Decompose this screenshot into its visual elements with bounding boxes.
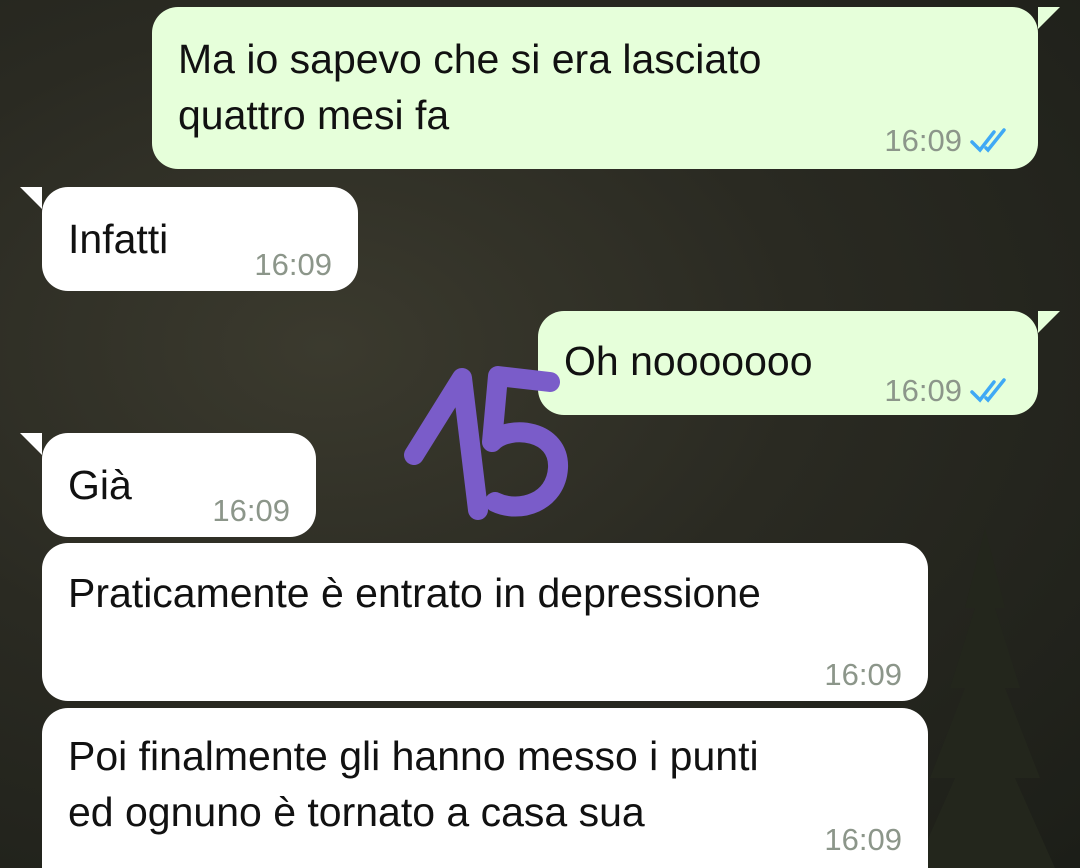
message-meta: 16:09 (824, 647, 902, 703)
message-meta: 16:09 (884, 363, 1014, 419)
message-text: Già (68, 462, 132, 508)
message-bubble-outgoing[interactable]: Oh nooooooo 16:09 (538, 311, 1060, 415)
tree-silhouette (915, 528, 1055, 868)
message-bubble-incoming[interactable]: Già 16:09 (20, 433, 316, 539)
message-text: Poi finalmente gli hanno messo i punti e… (68, 733, 759, 835)
message-text: Infatti (68, 216, 169, 262)
message-time: 16:09 (254, 247, 332, 282)
message-bubble-incoming[interactable]: Infatti 16:09 (20, 187, 358, 293)
message-time: 16:09 (884, 123, 962, 158)
message-bubble-incoming[interactable]: Praticamente è entrato in depressione 16… (42, 543, 928, 701)
message-time: 16:09 (824, 822, 902, 857)
handwritten-annotation (404, 366, 568, 520)
message-meta: 16:09 (884, 113, 1014, 169)
double-check-read-icon (970, 128, 1006, 153)
message-text: Ma io sapevo che si era lasciato quattro… (178, 36, 762, 138)
message-time: 16:09 (884, 373, 962, 408)
message-bubble-incoming[interactable]: Poi finalmente gli hanno messo i punti e… (42, 708, 928, 868)
message-time: 16:09 (824, 657, 902, 692)
message-meta: 16:09 (254, 237, 332, 293)
message-text: Oh nooooooo (564, 338, 813, 384)
message-bubble-outgoing[interactable]: Ma io sapevo che si era lasciato quattro… (152, 7, 1060, 169)
double-check-read-icon (970, 378, 1006, 403)
message-text: Praticamente è entrato in depressione (68, 570, 761, 616)
message-meta: 16:09 (212, 483, 290, 539)
message-meta: 16:09 (824, 812, 902, 868)
message-time: 16:09 (212, 493, 290, 528)
